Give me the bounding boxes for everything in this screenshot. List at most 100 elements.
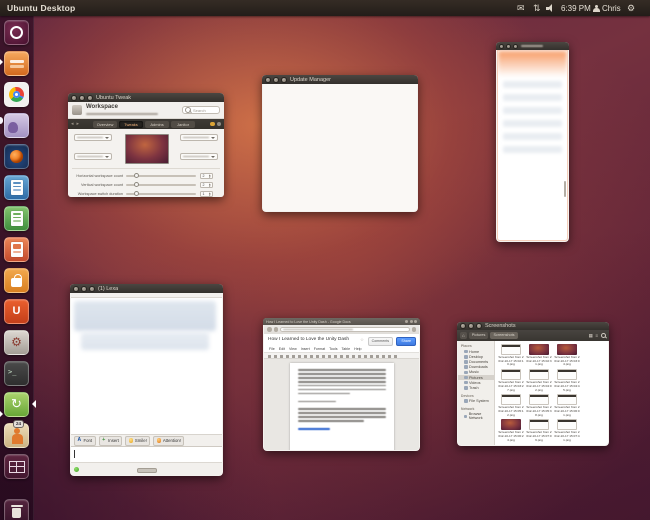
breadcrumb-screenshots[interactable]: Screenshots: [490, 332, 518, 339]
trash-icon[interactable]: [4, 499, 29, 520]
comments-button[interactable]: Comments: [367, 336, 393, 346]
minimize-button[interactable]: [79, 94, 85, 101]
file-item[interactable]: Screenshot from 2012-10-17 15:04:02.png: [526, 369, 552, 392]
attention-button[interactable]: Attention!: [153, 435, 185, 446]
libreoffice-impress-icon[interactable]: [4, 237, 29, 262]
clock-indicator[interactable]: 6:39 PM: [561, 0, 591, 16]
browser-menu-button[interactable]: [411, 327, 416, 332]
sidebar-item-browse-network[interactable]: Browse Network: [458, 412, 494, 421]
menu-view[interactable]: View: [289, 347, 297, 351]
libreoffice-writer-icon[interactable]: [4, 175, 29, 200]
home-breadcrumb-icon[interactable]: ⌂: [460, 332, 467, 339]
close-button[interactable]: [414, 320, 417, 323]
slider-knob[interactable]: [134, 173, 140, 179]
spin-arrows[interactable]: ▴ ▾: [209, 182, 211, 188]
volume-indicator-icon[interactable]: [546, 0, 554, 16]
grid-view-icon[interactable]: ▦: [589, 332, 593, 339]
menu-help[interactable]: Help: [354, 347, 361, 351]
slider-knob[interactable]: [134, 182, 140, 188]
maximize-button[interactable]: [89, 285, 95, 292]
sidebar-item-file-system[interactable]: File System: [458, 399, 494, 404]
file-item[interactable]: Screenshot from 2012-10-17 15:06:24.png: [498, 419, 524, 442]
tip-icon[interactable]: [210, 121, 215, 127]
maximize-button[interactable]: [281, 76, 287, 83]
file-item[interactable]: Screenshot from 2012-10-17 15:06:01.png: [554, 394, 580, 417]
back-button[interactable]: [267, 327, 272, 332]
minimize-button[interactable]: [468, 323, 474, 329]
back-icon[interactable]: ◂: [71, 121, 74, 127]
smile-button[interactable]: Smile!: [125, 435, 151, 446]
share-button[interactable]: Share: [396, 336, 416, 346]
file-item[interactable]: Screenshot from 2012-10-17 15:02:31.png: [526, 344, 552, 367]
menu-format[interactable]: Format: [314, 347, 325, 351]
message-input[interactable]: [71, 446, 222, 462]
browser-docs-window[interactable]: How I Learned to Love the Unity Dash - G…: [263, 318, 420, 451]
firefox-icon[interactable]: [4, 144, 29, 169]
file-item[interactable]: Screenshot from 2012-10-17 15:05:38.png: [526, 394, 552, 417]
tab-overview[interactable]: Overview: [93, 120, 118, 128]
close-button[interactable]: [499, 43, 504, 49]
tab-tweaks[interactable]: Tweaks: [119, 120, 144, 128]
forward-button[interactable]: [273, 327, 278, 332]
menu-file[interactable]: File: [269, 347, 275, 351]
file-item[interactable]: Screenshot from 2012-10-17 15:03:04.png: [554, 344, 580, 367]
chat-conversation-window[interactable]: (1) Lexa A Font + Insert Smile! Attention!: [70, 284, 223, 476]
system-settings-icon[interactable]: ⚙: [4, 330, 29, 355]
menu-edit[interactable]: Edit: [279, 347, 285, 351]
search-icon[interactable]: [600, 332, 606, 339]
sidebar-item-trash[interactable]: Trash: [458, 385, 494, 390]
file-item[interactable]: Screenshot from 2012-10-17 15:07:41.png: [554, 419, 580, 442]
file-manager-window[interactable]: Screenshots ⌂ Pictures Screenshots ▦ ≡ P…: [457, 322, 609, 446]
workspace-bottom-left-combo[interactable]: [74, 153, 112, 160]
font-button[interactable]: A Font: [74, 435, 96, 446]
document-title[interactable]: How I Learned to Love the Unity Dash: [268, 337, 349, 342]
slider-track[interactable]: [126, 173, 196, 179]
menu-table[interactable]: Table: [342, 347, 351, 351]
minimize-button[interactable]: [81, 285, 87, 292]
minimize-button[interactable]: [405, 320, 408, 323]
files-icon[interactable]: [4, 51, 29, 76]
ubuntu-one-icon[interactable]: U: [4, 299, 29, 324]
update-manager-window[interactable]: Update Manager: [262, 75, 418, 212]
user-menu[interactable]: [593, 0, 602, 16]
menu-insert[interactable]: Insert: [301, 347, 310, 351]
slider-spinbox[interactable]: 2 ▴ ▾: [200, 172, 213, 180]
slider-track[interactable]: [126, 191, 196, 197]
forward-icon[interactable]: ▸: [77, 121, 80, 127]
tab-janitor[interactable]: Janitor: [171, 120, 196, 128]
file-item[interactable]: ⚙Screenshot from 2012-10-17 15:08:16.png: [498, 444, 524, 445]
info-icon[interactable]: [216, 121, 221, 127]
chrome-icon[interactable]: [4, 82, 29, 107]
address-bar[interactable]: [280, 327, 410, 332]
menu-tools[interactable]: Tools: [329, 347, 337, 351]
pidgin-icon[interactable]: [4, 113, 29, 138]
mail-indicator-icon[interactable]: ✉: [517, 0, 525, 16]
slider-knob[interactable]: [134, 191, 140, 197]
messenger-icon[interactable]: 24: [4, 420, 29, 448]
libreoffice-calc-icon[interactable]: [4, 206, 29, 231]
maximize-button[interactable]: [409, 320, 413, 323]
close-button[interactable]: [265, 76, 271, 83]
workspace-top-right-combo[interactable]: [180, 134, 218, 141]
file-item[interactable]: Screenshot from 2012-10-17 15:05:12.png: [498, 394, 524, 417]
document-page[interactable]: [290, 363, 394, 450]
close-button[interactable]: [71, 94, 77, 101]
tab-admins[interactable]: Admins: [145, 120, 170, 128]
maximize-button[interactable]: [513, 43, 518, 49]
terminal-icon[interactable]: >_: [4, 361, 29, 386]
user-name[interactable]: Chris: [602, 0, 621, 16]
workspace-switcher-icon[interactable]: [4, 454, 29, 479]
slider-spinbox[interactable]: 1 ▴ ▾: [200, 190, 213, 198]
software-center-icon[interactable]: [4, 268, 29, 293]
workspace-top-left-combo[interactable]: [74, 134, 112, 141]
minimize-button[interactable]: [506, 43, 511, 49]
slider-track[interactable]: [126, 182, 196, 188]
resize-grip[interactable]: [137, 468, 157, 473]
minimize-button[interactable]: [273, 76, 279, 83]
workspace-bottom-right-combo[interactable]: [180, 153, 218, 160]
maximize-button[interactable]: [87, 94, 93, 101]
file-item[interactable]: Screenshot from 2012-10-17 15:04:45.png: [554, 369, 580, 392]
list-view-icon[interactable]: ≡: [595, 332, 598, 339]
slider-spinbox[interactable]: 2 ▴ ▾: [200, 181, 213, 189]
search-input[interactable]: Search: [182, 106, 220, 114]
